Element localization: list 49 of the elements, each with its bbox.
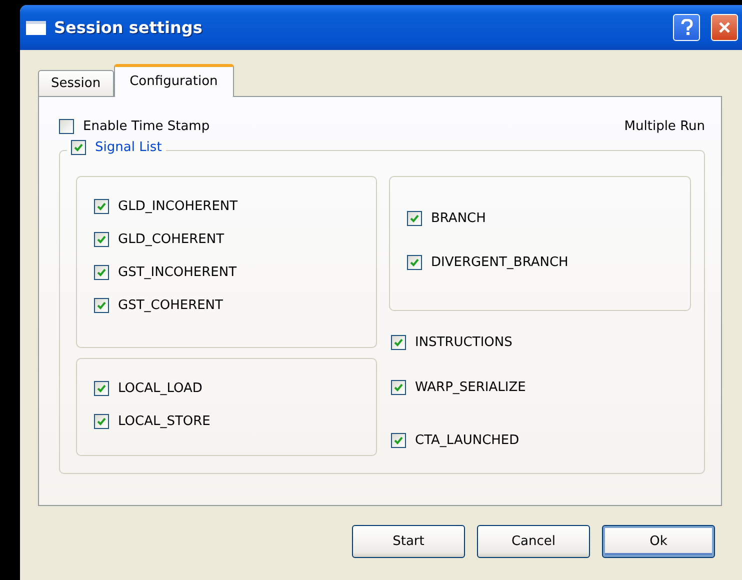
checkmark-icon	[394, 383, 403, 392]
checkbox-label[interactable]: LOCAL_STORE	[118, 414, 210, 429]
checkbox[interactable]	[94, 414, 109, 429]
close-button[interactable]	[711, 14, 738, 41]
checkmark-icon	[97, 301, 106, 310]
checkmark-icon	[410, 214, 419, 223]
checkbox-label[interactable]: GST_INCOHERENT	[118, 265, 237, 280]
help-icon	[680, 19, 692, 36]
checkmark-icon	[410, 258, 419, 267]
checkbox[interactable]	[94, 298, 109, 313]
checkmark-icon	[97, 417, 106, 426]
tab[interactable]: Session	[38, 70, 114, 96]
checkbox-label[interactable]: GST_COHERENT	[118, 298, 223, 313]
checkmark-icon	[97, 202, 106, 211]
checkbox-label[interactable]: WARP_SERIALIZE	[415, 380, 526, 395]
checkbox-label[interactable]: Enable Time Stamp	[83, 119, 210, 134]
checkmark-icon	[394, 436, 403, 445]
checkmark-icon	[97, 268, 106, 277]
checkbox[interactable]	[71, 140, 86, 155]
dialog-button[interactable]: Ok	[602, 525, 715, 558]
checkbox[interactable]	[391, 335, 406, 350]
dialog-button[interactable]: Cancel	[477, 525, 590, 558]
multiple-run-label: Multiple Run	[624, 119, 705, 134]
checkbox-label[interactable]: CTA_LAUNCHED	[415, 433, 520, 448]
checkbox[interactable]	[391, 380, 406, 395]
checkbox[interactable]	[59, 119, 74, 134]
checkbox-label[interactable]: GLD_INCOHERENT	[118, 199, 238, 214]
checkbox[interactable]	[407, 255, 422, 270]
window-title: Session settings	[54, 18, 204, 37]
checkbox[interactable]	[94, 381, 109, 396]
checkbox-label[interactable]: BRANCH	[431, 211, 486, 226]
checkbox[interactable]	[94, 232, 109, 247]
close-icon	[718, 21, 731, 34]
checkbox-label[interactable]: GLD_COHERENT	[118, 232, 224, 247]
dialog-button[interactable]: Start	[352, 525, 465, 558]
checkbox-label[interactable]: INSTRUCTIONS	[415, 335, 512, 350]
checkmark-icon	[74, 143, 83, 152]
checkmark-icon	[97, 384, 106, 393]
checkmark-icon	[97, 235, 106, 244]
checkbox-label[interactable]: DIVERGENT_BRANCH	[431, 255, 568, 270]
window-icon	[26, 20, 46, 34]
checkbox-label[interactable]: LOCAL_LOAD	[118, 381, 202, 396]
checkbox[interactable]	[407, 211, 422, 226]
checkbox[interactable]	[94, 265, 109, 280]
tab[interactable]: Configuration	[114, 64, 234, 97]
checkmark-icon	[394, 338, 403, 347]
help-button[interactable]	[673, 14, 700, 41]
checkbox[interactable]	[94, 199, 109, 214]
checkbox[interactable]	[391, 433, 406, 448]
